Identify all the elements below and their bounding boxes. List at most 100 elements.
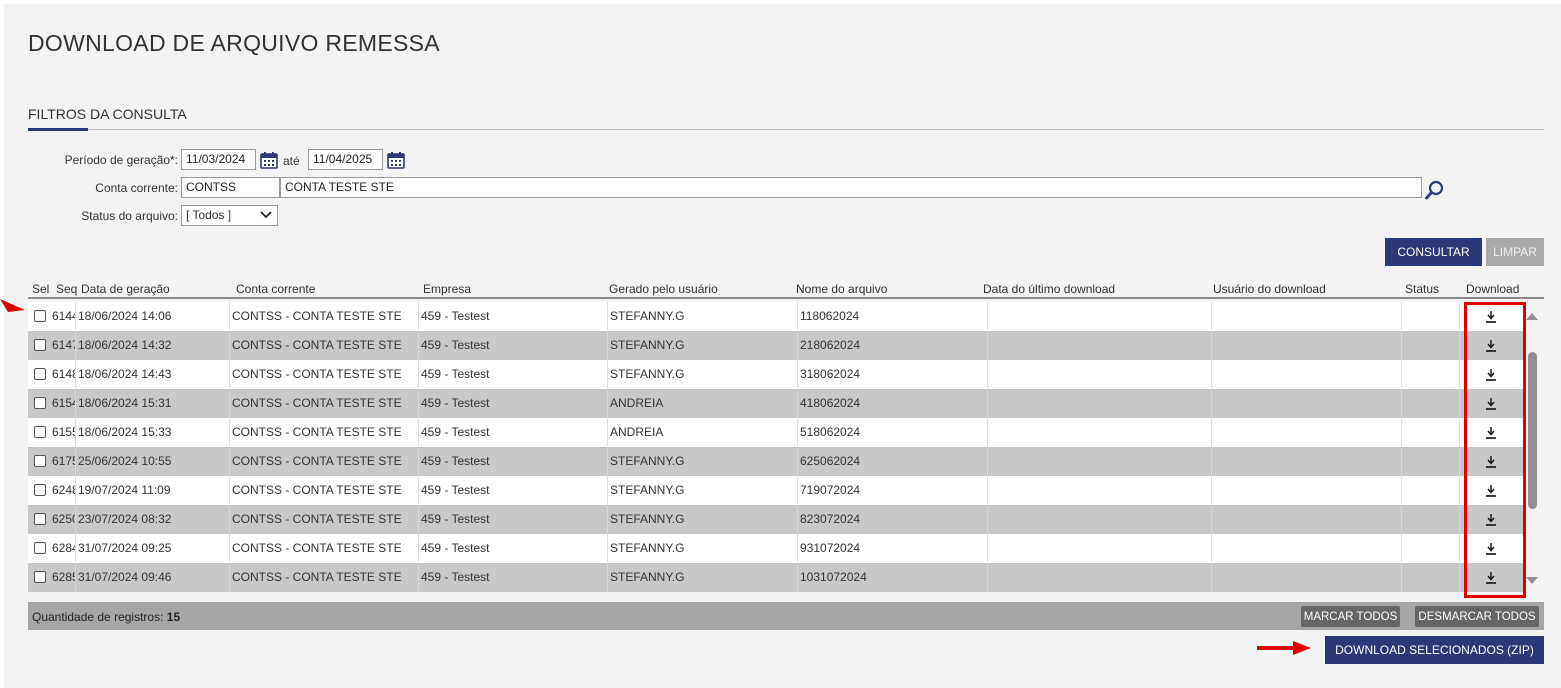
row-checkbox[interactable] xyxy=(34,368,46,380)
col-download[interactable]: Download xyxy=(1466,282,1519,296)
page-title: DOWNLOAD DE ARQUIVO REMESSA xyxy=(28,30,440,56)
col-empresa[interactable]: Empresa xyxy=(423,282,471,296)
ate-label: até xyxy=(283,154,300,168)
table-row[interactable]: 624819/07/2024 11:09CONTSS - CONTA TESTE… xyxy=(28,476,1524,505)
cell-arquivo: 931072024 xyxy=(798,534,988,563)
cell-seq: 6175 xyxy=(50,447,76,476)
col-seq[interactable]: Seq xyxy=(56,282,77,296)
cell-data: 31/07/2024 09:25 xyxy=(76,534,230,563)
cell-ult xyxy=(988,418,1212,447)
section-title: FILTROS DA CONSULTA xyxy=(28,106,187,122)
conta-label: Conta corrente: xyxy=(95,181,178,195)
scroll-down-icon[interactable] xyxy=(1525,576,1539,586)
cell-usuario: STEFANNY.G xyxy=(608,476,798,505)
table-row[interactable]: 614718/06/2024 14:32CONTSS - CONTA TESTE… xyxy=(28,331,1524,360)
cell-conta: CONTSS - CONTA TESTE STE xyxy=(230,563,419,592)
col-usuario-download[interactable]: Usuário do download xyxy=(1213,282,1326,296)
col-sel[interactable]: Sel xyxy=(32,282,49,296)
consultar-button[interactable]: CONSULTAR xyxy=(1385,238,1482,266)
calendar-icon[interactable] xyxy=(260,151,278,169)
cell-usr xyxy=(1212,476,1402,505)
table-row[interactable]: 617525/06/2024 10:55CONTSS - CONTA TESTE… xyxy=(28,447,1524,476)
calendar-icon[interactable] xyxy=(387,151,405,169)
cell-usr xyxy=(1212,563,1402,592)
chevron-down-icon xyxy=(260,211,272,219)
cell-data: 18/06/2024 14:43 xyxy=(76,360,230,389)
annotation-highlight-box xyxy=(1464,302,1526,598)
col-data[interactable]: Data de geração xyxy=(81,282,170,296)
cell-arquivo: 118062024 xyxy=(798,302,988,331)
grid-header: Sel Seq Data de geração Conta corrente E… xyxy=(28,278,1544,298)
cell-ult xyxy=(988,302,1212,331)
cell-usr xyxy=(1212,331,1402,360)
row-checkbox[interactable] xyxy=(34,571,46,583)
cell-usuario: STEFANNY.G xyxy=(608,331,798,360)
marcar-todos-button[interactable]: MARCAR TODOS xyxy=(1301,606,1400,627)
cell-ult xyxy=(988,534,1212,563)
cell-seq: 6284 xyxy=(50,534,76,563)
cell-usuario: STEFANNY.G xyxy=(608,447,798,476)
col-ultimo-download[interactable]: Data do último download xyxy=(983,282,1115,296)
cell-conta: CONTSS - CONTA TESTE STE xyxy=(230,389,419,418)
status-select[interactable]: [ Todos ] xyxy=(181,205,278,226)
row-checkbox[interactable] xyxy=(34,484,46,496)
cell-status xyxy=(1402,534,1460,563)
limpar-button[interactable]: LIMPAR xyxy=(1486,238,1544,266)
cell-status xyxy=(1402,563,1460,592)
conta-codigo-input[interactable]: CONTSS xyxy=(181,177,280,198)
cell-empresa: 459 - Testest xyxy=(419,418,608,447)
cell-usuario: STEFANNY.G xyxy=(608,534,798,563)
col-arquivo[interactable]: Nome do arquivo xyxy=(796,282,887,296)
cell-ult xyxy=(988,360,1212,389)
scroll-up-icon[interactable] xyxy=(1525,311,1539,321)
table-row[interactable]: 614418/06/2024 14:06CONTSS - CONTA TESTE… xyxy=(28,302,1524,331)
cell-usr xyxy=(1212,447,1402,476)
table-row[interactable]: 615418/06/2024 15:31CONTSS - CONTA TESTE… xyxy=(28,389,1524,418)
desmarcar-todos-button[interactable]: DESMARCAR TODOS xyxy=(1415,606,1539,627)
cell-empresa: 459 - Testest xyxy=(419,476,608,505)
cell-seq: 6285 xyxy=(50,563,76,592)
cell-ult xyxy=(988,447,1212,476)
row-checkbox[interactable] xyxy=(34,397,46,409)
cell-usr xyxy=(1212,302,1402,331)
cell-conta: CONTSS - CONTA TESTE STE xyxy=(230,534,419,563)
cell-seq: 6250 xyxy=(50,505,76,534)
cell-status xyxy=(1402,360,1460,389)
cell-arquivo: 719072024 xyxy=(798,476,988,505)
cell-data: 31/07/2024 09:46 xyxy=(76,563,230,592)
row-checkbox[interactable] xyxy=(34,513,46,525)
row-checkbox[interactable] xyxy=(34,339,46,351)
cell-seq: 6148 xyxy=(50,360,76,389)
cell-status xyxy=(1402,447,1460,476)
col-usuario[interactable]: Gerado pelo usuário xyxy=(609,282,718,296)
periodo-de-input[interactable]: 11/03/2024 xyxy=(181,149,256,170)
cell-seq: 6155 xyxy=(50,418,76,447)
cell-arquivo: 823072024 xyxy=(798,505,988,534)
cell-conta: CONTSS - CONTA TESTE STE xyxy=(230,360,419,389)
table-row[interactable]: 628531/07/2024 09:46CONTSS - CONTA TESTE… xyxy=(28,563,1524,592)
cell-status xyxy=(1402,476,1460,505)
col-status[interactable]: Status xyxy=(1405,282,1439,296)
table-row[interactable]: 628431/07/2024 09:25CONTSS - CONTA TESTE… xyxy=(28,534,1524,563)
scrollbar-thumb[interactable] xyxy=(1528,352,1537,509)
table-row[interactable]: 615518/06/2024 15:33CONTSS - CONTA TESTE… xyxy=(28,418,1524,447)
cell-seq: 6248 xyxy=(50,476,76,505)
table-row[interactable]: 625023/07/2024 08:32CONTSS - CONTA TESTE… xyxy=(28,505,1524,534)
cell-arquivo: 518062024 xyxy=(798,418,988,447)
col-conta[interactable]: Conta corrente xyxy=(236,282,315,296)
periodo-ate-input[interactable]: 11/04/2025 xyxy=(308,149,383,170)
row-checkbox[interactable] xyxy=(34,455,46,467)
periodo-label: Período de geração*: xyxy=(64,153,178,167)
row-checkbox[interactable] xyxy=(34,542,46,554)
cell-usuario: ANDREIA xyxy=(608,389,798,418)
cell-usr xyxy=(1212,360,1402,389)
download-zip-button[interactable]: DOWNLOAD SELECIONADOS (ZIP) xyxy=(1325,636,1544,664)
search-icon[interactable] xyxy=(1424,179,1446,201)
cell-ult xyxy=(988,476,1212,505)
cell-ult xyxy=(988,331,1212,360)
cell-conta: CONTSS - CONTA TESTE STE xyxy=(230,447,419,476)
table-row[interactable]: 614818/06/2024 14:43CONTSS - CONTA TESTE… xyxy=(28,360,1524,389)
conta-nome-input[interactable]: CONTA TESTE STE xyxy=(280,177,1422,198)
row-checkbox[interactable] xyxy=(34,426,46,438)
row-checkbox[interactable] xyxy=(34,310,46,322)
